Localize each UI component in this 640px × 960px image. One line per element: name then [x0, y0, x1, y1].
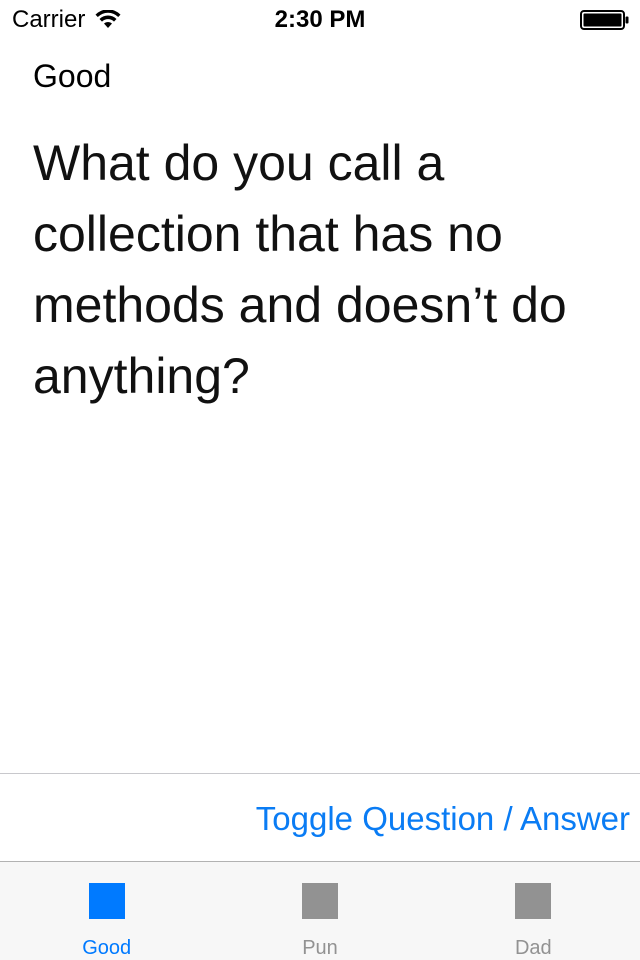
tab-bar: Good Pun Dad: [0, 861, 640, 960]
tab-good[interactable]: Good: [0, 862, 213, 960]
square-icon: [301, 883, 338, 919]
screen: Carrier 2:30 PM Good What do you call a …: [0, 0, 640, 960]
toggle-question-answer-button[interactable]: Toggle Question / Answer: [256, 800, 630, 838]
toolbar: Toggle Question / Answer: [0, 773, 640, 862]
status-time: 2:30 PM: [274, 6, 366, 33]
category-label: Good: [33, 58, 112, 94]
square-icon: [88, 883, 125, 919]
status-bar: Carrier 2:30 PM: [0, 0, 640, 40]
tab-dad[interactable]: Dad: [427, 862, 640, 960]
battery-icon: [580, 10, 629, 30]
joke-question-text: What do you call a collection that has n…: [33, 135, 567, 404]
tab-pun-label: Pun: [302, 937, 338, 959]
tab-pun[interactable]: Pun: [213, 862, 426, 960]
tab-good-label: Good: [82, 937, 132, 959]
tab-dad-label: Dad: [514, 937, 552, 959]
square-icon: [515, 883, 552, 919]
